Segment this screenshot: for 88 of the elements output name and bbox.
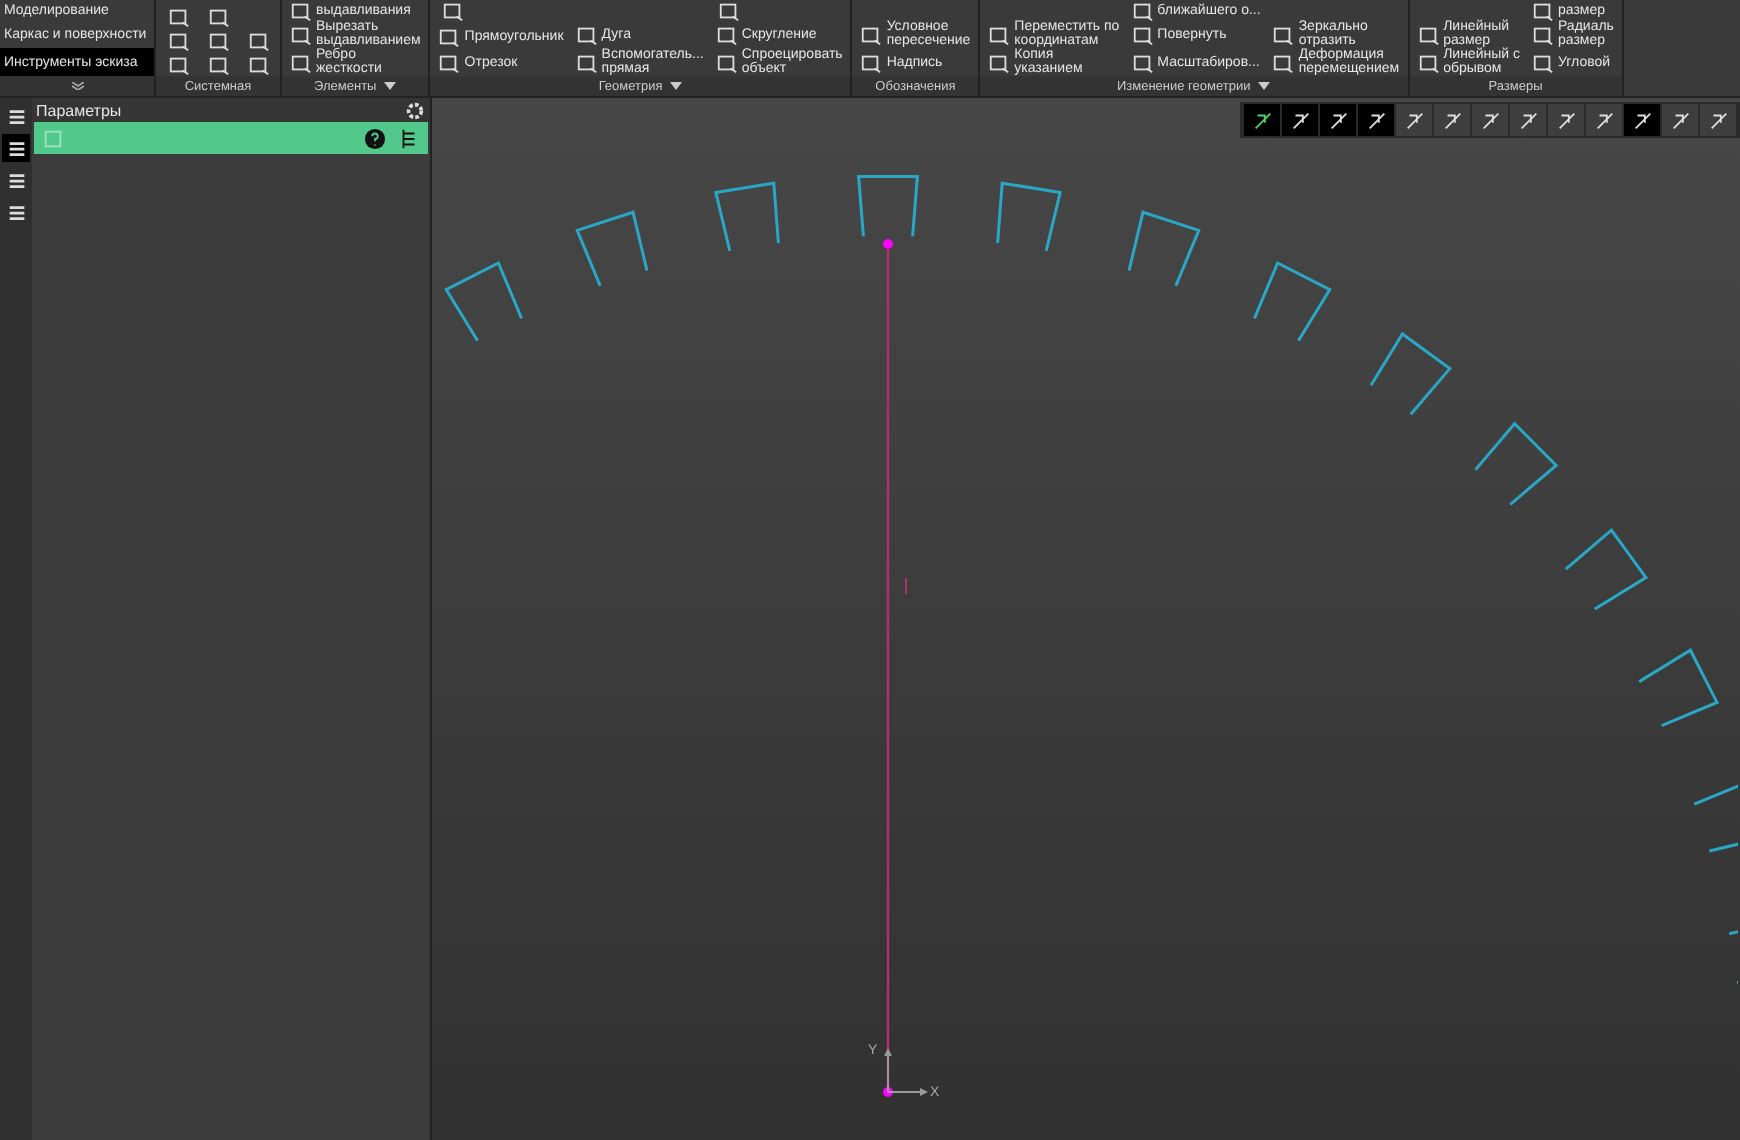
- tool-icon: [860, 23, 883, 45]
- tool-icon: [438, 25, 461, 48]
- tool-icon: [1272, 51, 1295, 73]
- tool-icon: [1532, 0, 1554, 21]
- toolbar-button[interactable]: [244, 28, 272, 52]
- tool-icon: [290, 51, 312, 73]
- toolbar-button[interactable]: [164, 28, 192, 52]
- tool-icon: [167, 29, 189, 51]
- tool-icon: [988, 51, 1011, 73]
- tool-icon: [1417, 23, 1440, 45]
- tool-icon: [290, 23, 312, 45]
- tool-icon: [290, 0, 312, 21]
- tool-icon: [1289, 109, 1311, 131]
- tool-icon: [207, 53, 229, 75]
- tool-icon: [167, 53, 189, 75]
- tool-icon: [1403, 109, 1425, 131]
- tool-icon: [1707, 109, 1729, 131]
- toolbar-button[interactable]: [164, 4, 192, 28]
- view-tool-button[interactable]: [1548, 104, 1584, 136]
- side-tab[interactable]: [2, 134, 30, 162]
- list-icon: [5, 137, 27, 159]
- tool-icon: [1131, 23, 1154, 45]
- cursor-mark: [905, 577, 907, 595]
- tree-icon[interactable]: [398, 127, 420, 149]
- list-icon: [5, 201, 27, 223]
- tool-icon: [575, 51, 598, 73]
- toolbar-button[interactable]: [204, 52, 232, 76]
- caret-icon[interactable]: [1258, 82, 1271, 90]
- axis-y-arrow: [884, 1048, 892, 1093]
- tool-icon: [1532, 51, 1554, 73]
- view-tool-button[interactable]: [1396, 104, 1432, 136]
- document-icon: [42, 127, 64, 149]
- tool-icon: [167, 5, 189, 27]
- toolbar-button[interactable]: [164, 52, 192, 76]
- tool-icon: [438, 51, 461, 74]
- tool-icon: [1417, 51, 1440, 73]
- view-tool-button[interactable]: [1434, 104, 1470, 136]
- caret-icon[interactable]: [670, 82, 683, 90]
- view-tool-button[interactable]: [1586, 104, 1622, 136]
- view-tool-button[interactable]: [1662, 104, 1698, 136]
- point-marker: [883, 239, 893, 249]
- view-tool-button[interactable]: [1624, 104, 1660, 136]
- list-icon: [5, 105, 27, 127]
- origin-marker: [883, 1087, 893, 1097]
- view-tool-button[interactable]: [1510, 104, 1546, 136]
- tool-icon: [1593, 109, 1615, 131]
- toolbar-button[interactable]: [204, 28, 232, 52]
- view-tool-button[interactable]: [1472, 104, 1508, 136]
- collapse-icon[interactable]: [71, 82, 83, 90]
- view-tool-button[interactable]: [1700, 104, 1736, 136]
- tool-icon: [207, 5, 229, 27]
- toolbar-button[interactable]: [438, 0, 467, 23]
- tool-icon: [1631, 109, 1653, 131]
- tool-icon: [1669, 109, 1691, 131]
- tool-icon: [1327, 109, 1349, 131]
- view-tool-button[interactable]: [1320, 104, 1356, 136]
- toolbar-button[interactable]: [715, 0, 744, 23]
- tool-icon: [441, 0, 464, 23]
- tool-icon: [1441, 109, 1463, 131]
- tool-icon: [1517, 109, 1539, 131]
- tool-icon: [1131, 0, 1154, 21]
- view-tool-button[interactable]: [1358, 104, 1394, 136]
- tool-icon: [575, 23, 598, 45]
- panel-title: Параметры: [36, 101, 122, 119]
- view-tool-button[interactable]: [1244, 104, 1280, 136]
- tool-icon: [860, 51, 883, 73]
- tool-icon: [247, 29, 269, 51]
- toolbar-button[interactable]: [204, 4, 232, 28]
- tool-icon: [1251, 109, 1273, 131]
- tool-icon: [1131, 51, 1154, 73]
- view-tool-button[interactable]: [1282, 104, 1318, 136]
- toolbar-button[interactable]: [244, 52, 272, 76]
- tool-icon: [715, 24, 738, 47]
- settings-icon[interactable]: [404, 99, 426, 121]
- caret-icon[interactable]: [384, 82, 397, 90]
- tool-icon: [718, 0, 741, 23]
- tool-icon: [1532, 23, 1554, 45]
- tool-icon: [1555, 109, 1577, 131]
- list-icon: [5, 169, 27, 191]
- tool-icon: [1365, 109, 1387, 131]
- tool-icon: [1272, 23, 1295, 45]
- tool-icon: [715, 51, 738, 73]
- axis-x-arrow: [887, 1088, 928, 1096]
- tool-icon: [247, 53, 269, 75]
- tool-icon: [1479, 109, 1501, 131]
- tool-icon: [988, 23, 1011, 45]
- tool-icon: [207, 29, 229, 51]
- help-icon[interactable]: [364, 127, 386, 149]
